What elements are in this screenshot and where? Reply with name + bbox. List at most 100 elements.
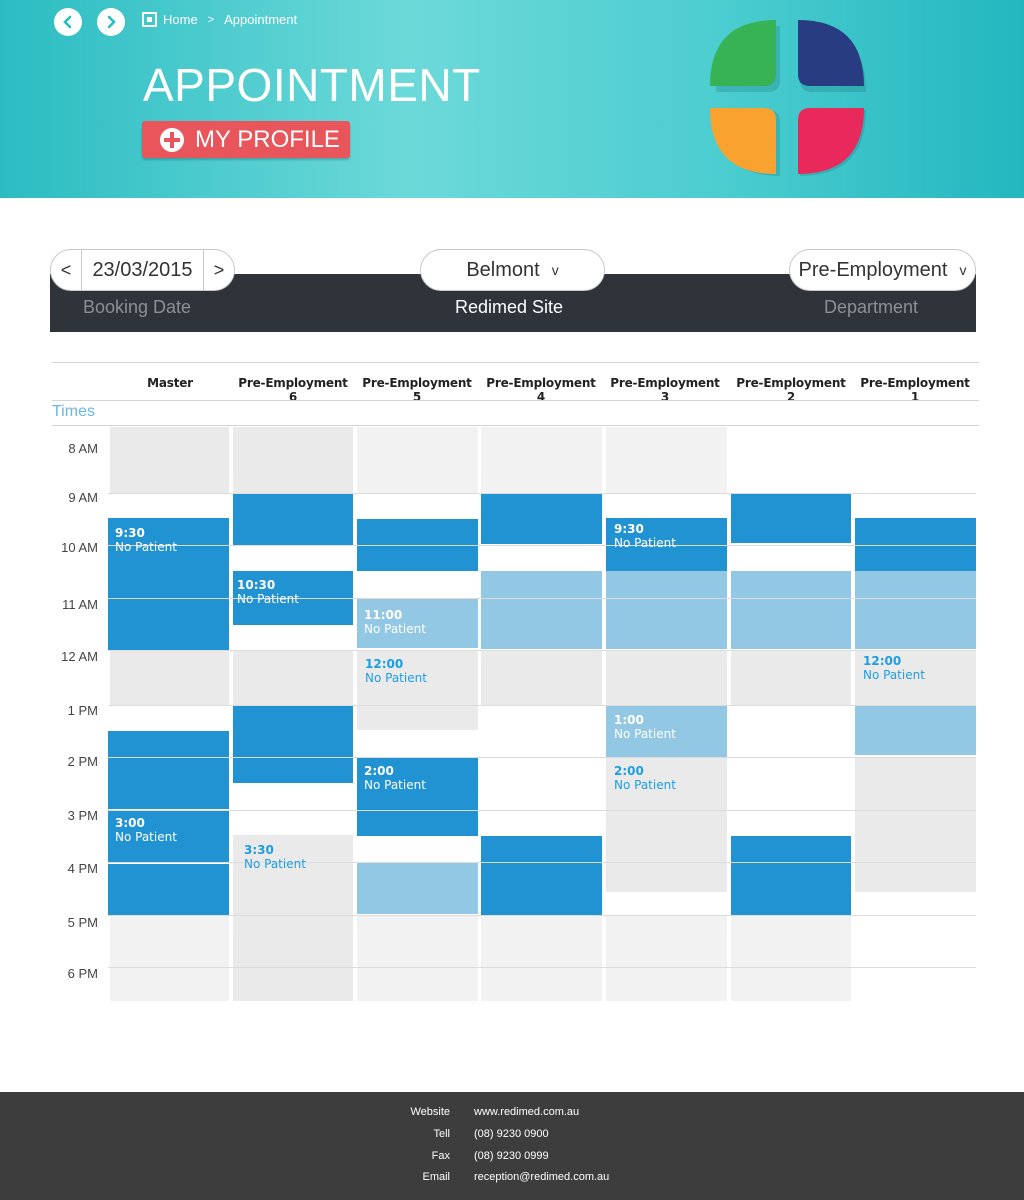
hour-gridline xyxy=(108,915,976,916)
site-value: Belmont xyxy=(466,258,540,281)
appointment-time: 3:30 xyxy=(244,843,274,857)
hour-label: 6 PM xyxy=(67,966,98,981)
footer-website-link[interactable]: www.redimed.com.au xyxy=(474,1106,579,1118)
booking-date-value[interactable]: 23/03/2015 xyxy=(81,249,204,291)
appointment-time: 3:00 xyxy=(115,816,145,830)
breadcrumb-separator: > xyxy=(207,13,215,26)
footer-fax-label: Fax xyxy=(431,1150,450,1162)
appointment-block[interactable] xyxy=(855,571,976,649)
hour-label: 12 AM xyxy=(61,649,98,664)
slot-closed xyxy=(481,916,602,1001)
footer: Website www.redimed.com.au Tell (08) 923… xyxy=(0,1092,1024,1200)
appointment-block[interactable] xyxy=(731,571,851,649)
header-banner: Home > Appointment APPOINTMENT MY PROFIL… xyxy=(0,0,1024,198)
department-value: Pre-Employment xyxy=(798,258,948,281)
site-label: Redimed Site xyxy=(455,297,564,317)
footer-fax-value: (08) 9230 0999 xyxy=(474,1150,549,1162)
site-select[interactable]: Belmont v xyxy=(420,249,605,291)
slot-closed xyxy=(731,916,851,1001)
hour-gridline xyxy=(108,862,976,863)
footer-tel-row: Tell (08) 9230 0900 xyxy=(0,1128,1024,1144)
slot-closed xyxy=(606,427,727,493)
appointment-block[interactable] xyxy=(357,862,478,914)
times-label: Times xyxy=(52,403,95,420)
appointment-block[interactable] xyxy=(731,493,851,543)
footer-email-link[interactable]: reception@redimed.com.au xyxy=(474,1171,609,1183)
slot-closed xyxy=(481,427,602,493)
appointment-block[interactable] xyxy=(233,705,353,783)
hour-gridline xyxy=(108,757,976,758)
appointment-block[interactable] xyxy=(233,493,353,545)
appointment-block[interactable] xyxy=(108,731,229,809)
appointment-time: 10:30 xyxy=(237,578,276,592)
forward-button[interactable] xyxy=(97,8,125,36)
my-profile-label: MY PROFILE xyxy=(195,125,340,153)
slot-unavailable xyxy=(110,427,229,493)
hour-label: 9 AM xyxy=(68,490,98,505)
department-label: Department xyxy=(824,297,919,317)
appointment-block[interactable] xyxy=(481,836,602,915)
appointment-time: 12:00 xyxy=(365,657,404,671)
back-button[interactable] xyxy=(54,8,82,36)
prev-date-button[interactable]: < xyxy=(51,260,81,281)
appointment-block[interactable] xyxy=(108,599,229,650)
header-divider xyxy=(52,400,979,401)
footer-website-row: Website www.redimed.com.au xyxy=(0,1106,1024,1122)
appointment-block[interactable] xyxy=(481,571,602,649)
footer-tel-label: Tell xyxy=(433,1128,450,1140)
slot-unavailable xyxy=(110,650,229,705)
chevron-down-icon: v xyxy=(551,262,559,278)
slot-unavailable xyxy=(481,650,602,705)
page-title: APPOINTMENT xyxy=(143,59,481,111)
hour-label: 4 PM xyxy=(67,861,98,876)
hour-gridline xyxy=(108,705,976,706)
hour-label: 11 AM xyxy=(62,597,98,612)
times-divider xyxy=(52,425,979,426)
appointment-block[interactable] xyxy=(855,705,976,755)
home-icon[interactable] xyxy=(142,12,157,27)
hour-label: 1 PM xyxy=(67,703,98,718)
footer-tel-value: (08) 9230 0900 xyxy=(474,1128,549,1140)
slot-unavailable xyxy=(731,650,851,705)
chevron-left-icon xyxy=(63,15,72,29)
hour-gridline xyxy=(108,810,976,811)
appointment-time: 2:00 xyxy=(364,764,394,778)
slot-closed xyxy=(110,916,229,1001)
hour-gridline xyxy=(108,650,976,651)
hour-label: 8 AM xyxy=(68,441,98,456)
breadcrumb-current: Appointment xyxy=(224,12,298,27)
appointment-status: No Patient xyxy=(614,536,676,550)
slot-unavailable xyxy=(233,650,353,705)
footer-website-label: Website xyxy=(410,1106,450,1118)
slot-closed xyxy=(357,427,478,493)
medical-cross-icon xyxy=(160,127,184,152)
appointment-status: No Patient xyxy=(115,540,177,554)
appointment-status: No Patient xyxy=(365,671,427,685)
redimed-logo xyxy=(710,20,866,176)
booking-date-label: Booking Date xyxy=(83,297,192,317)
hour-label: 2 PM xyxy=(67,754,98,769)
appointment-status: No Patient xyxy=(614,778,676,792)
column-header-master: Master xyxy=(147,376,193,390)
appointment-block[interactable] xyxy=(108,864,229,915)
slot-closed xyxy=(606,916,727,1001)
appointment-block[interactable] xyxy=(606,571,727,649)
slot-unavailable xyxy=(606,650,727,705)
appointment-status: No Patient xyxy=(863,668,925,682)
breadcrumb-home[interactable]: Home xyxy=(163,12,198,27)
department-select[interactable]: Pre-Employment v xyxy=(789,249,976,291)
my-profile-button[interactable]: MY PROFILE xyxy=(142,121,350,158)
appointment-time: 11:00 xyxy=(364,608,403,622)
appointment-block[interactable] xyxy=(481,493,602,544)
hour-gridline xyxy=(108,493,976,494)
appointment-status: No Patient xyxy=(614,727,676,741)
hour-label: 10 AM xyxy=(61,540,98,555)
slot-unavailable xyxy=(233,427,353,493)
appointment-time: 2:00 xyxy=(614,764,644,778)
appointment-block[interactable] xyxy=(731,836,851,915)
appointment-status: No Patient xyxy=(364,778,426,792)
booking-date-picker: < 23/03/2015 > xyxy=(50,249,235,291)
next-date-button[interactable]: > xyxy=(204,260,234,281)
appointment-time: 9:30 xyxy=(115,526,145,540)
page: Home > Appointment APPOINTMENT MY PROFIL… xyxy=(0,0,1024,1200)
